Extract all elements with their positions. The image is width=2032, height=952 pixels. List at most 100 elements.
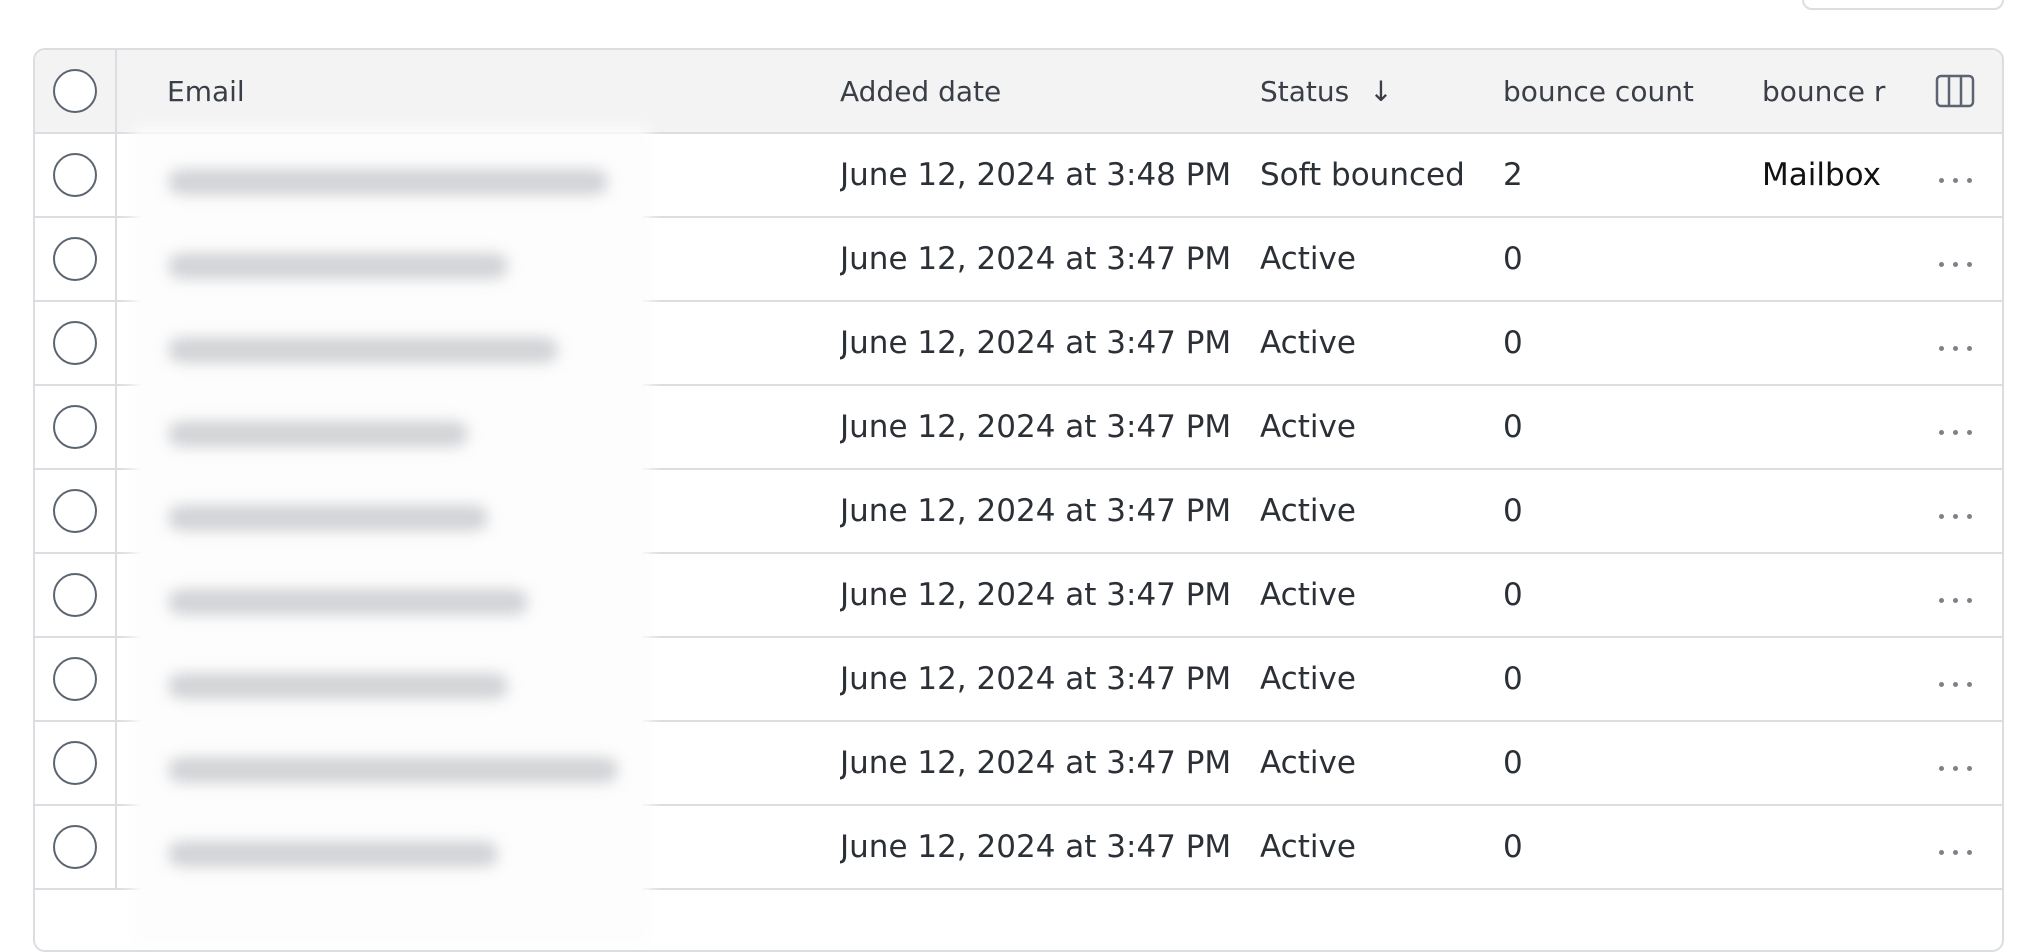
row-select-cell	[35, 806, 117, 888]
bounce-count-value: 0	[1503, 577, 1523, 613]
status-value: Active	[1260, 493, 1356, 529]
bounce-reason-cell	[1762, 470, 1900, 552]
more-horizontal-icon	[1938, 429, 1972, 435]
bounce-count-cell: 0	[1503, 638, 1723, 720]
column-header-bounce-count[interactable]: bounce count	[1503, 50, 1723, 132]
row-select-cell	[35, 218, 117, 300]
column-header-added-date-label: Added date	[840, 74, 1002, 108]
row-select-checkbox[interactable]	[53, 825, 97, 869]
bounce-count-cell: 0	[1503, 722, 1723, 804]
bounce-reason-cell	[1762, 386, 1900, 468]
more-horizontal-icon	[1938, 681, 1972, 687]
added-date-cell: June 12, 2024 at 3:47 PM	[840, 638, 1250, 720]
select-all-checkbox[interactable]	[53, 69, 97, 113]
more-horizontal-icon	[1938, 261, 1972, 267]
added-date-cell: June 12, 2024 at 3:47 PM	[840, 722, 1250, 804]
status-value: Active	[1260, 577, 1356, 613]
bounce-reason-cell	[1762, 302, 1900, 384]
status-cell: Active	[1260, 302, 1490, 384]
email-redaction-overlay	[140, 136, 642, 936]
column-header-status-label: Status	[1260, 74, 1350, 108]
bounce-count-value: 0	[1503, 493, 1523, 529]
bounce-count-cell: 2	[1503, 134, 1723, 216]
contacts-table: Email Added date Status ↓ bounce count b…	[33, 48, 2004, 952]
added-date-cell: June 12, 2024 at 3:47 PM	[840, 218, 1250, 300]
row-select-checkbox[interactable]	[53, 489, 97, 533]
row-actions-button[interactable]	[1915, 386, 1995, 468]
row-select-checkbox[interactable]	[53, 321, 97, 365]
added-date-cell: June 12, 2024 at 3:47 PM	[840, 302, 1250, 384]
row-actions-button[interactable]	[1915, 218, 1995, 300]
status-cell: Active	[1260, 386, 1490, 468]
row-actions-button[interactable]	[1915, 134, 1995, 216]
row-actions-button[interactable]	[1915, 554, 1995, 636]
bounce-count-cell: 0	[1503, 302, 1723, 384]
bounce-count-value: 0	[1503, 661, 1523, 697]
column-header-bounce-reason[interactable]: bounce r	[1762, 50, 1900, 132]
row-select-cell	[35, 722, 117, 804]
added-date-cell: June 12, 2024 at 3:47 PM	[840, 806, 1250, 888]
columns-icon[interactable]	[1915, 50, 1995, 132]
row-actions-button[interactable]	[1915, 470, 1995, 552]
column-header-status[interactable]: Status ↓	[1260, 50, 1490, 132]
row-select-checkbox[interactable]	[53, 573, 97, 617]
bounce-count-value: 0	[1503, 325, 1523, 361]
status-cell: Active	[1260, 554, 1490, 636]
added-date-cell: June 12, 2024 at 3:47 PM	[840, 470, 1250, 552]
added-date-cell: June 12, 2024 at 3:47 PM	[840, 554, 1250, 636]
status-cell: Active	[1260, 638, 1490, 720]
column-header-bounce-count-label: bounce count	[1503, 74, 1694, 108]
status-value: Active	[1260, 661, 1356, 697]
more-horizontal-icon	[1938, 597, 1972, 603]
row-actions-button[interactable]	[1915, 806, 1995, 888]
added-date-value: June 12, 2024 at 3:47 PM	[840, 577, 1232, 613]
arrow-down-icon[interactable]: ↓	[1369, 75, 1392, 108]
added-date-cell: June 12, 2024 at 3:48 PM	[840, 134, 1250, 216]
row-select-cell	[35, 302, 117, 384]
bounce-count-value: 0	[1503, 745, 1523, 781]
row-select-checkbox[interactable]	[53, 657, 97, 701]
status-value: Active	[1260, 745, 1356, 781]
status-value: Soft bounced	[1260, 157, 1465, 193]
row-select-checkbox[interactable]	[53, 741, 97, 785]
bounce-count-value: 0	[1503, 829, 1523, 865]
added-date-value: June 12, 2024 at 3:48 PM	[840, 157, 1232, 193]
status-cell: Soft bounced	[1260, 134, 1490, 216]
status-value: Active	[1260, 409, 1356, 445]
bounce-count-cell: 0	[1503, 218, 1723, 300]
bounce-reason-cell	[1762, 554, 1900, 636]
toolbar-button[interactable]	[1802, 0, 2004, 10]
bounce-count-value: 2	[1503, 157, 1523, 193]
row-select-cell	[35, 470, 117, 552]
bounce-reason-cell	[1762, 218, 1900, 300]
bounce-count-cell: 0	[1503, 386, 1723, 468]
bounce-reason-value: Mailbox	[1762, 157, 1882, 193]
bounce-reason-cell: Mailbox	[1762, 134, 1900, 216]
row-select-cell	[35, 638, 117, 720]
row-select-checkbox[interactable]	[53, 237, 97, 281]
row-select-checkbox[interactable]	[53, 405, 97, 449]
added-date-value: June 12, 2024 at 3:47 PM	[840, 745, 1232, 781]
status-value: Active	[1260, 829, 1356, 865]
added-date-value: June 12, 2024 at 3:47 PM	[840, 325, 1232, 361]
row-select-cell	[35, 386, 117, 468]
row-select-checkbox[interactable]	[53, 153, 97, 197]
column-header-bounce-reason-label: bounce r	[1762, 74, 1886, 108]
more-horizontal-icon	[1938, 513, 1972, 519]
row-actions-button[interactable]	[1915, 638, 1995, 720]
status-cell: Active	[1260, 218, 1490, 300]
column-header-email[interactable]: Email	[167, 50, 637, 132]
bounce-reason-cell	[1762, 722, 1900, 804]
row-actions-button[interactable]	[1915, 302, 1995, 384]
row-actions-button[interactable]	[1915, 722, 1995, 804]
added-date-value: June 12, 2024 at 3:47 PM	[840, 661, 1232, 697]
row-select-cell	[35, 134, 117, 216]
status-cell: Active	[1260, 722, 1490, 804]
status-cell: Active	[1260, 470, 1490, 552]
select-all-cell	[35, 50, 117, 132]
added-date-value: June 12, 2024 at 3:47 PM	[840, 493, 1232, 529]
bounce-reason-cell	[1762, 638, 1900, 720]
status-value: Active	[1260, 325, 1356, 361]
column-header-added-date[interactable]: Added date	[840, 50, 1250, 132]
status-value: Active	[1260, 241, 1356, 277]
